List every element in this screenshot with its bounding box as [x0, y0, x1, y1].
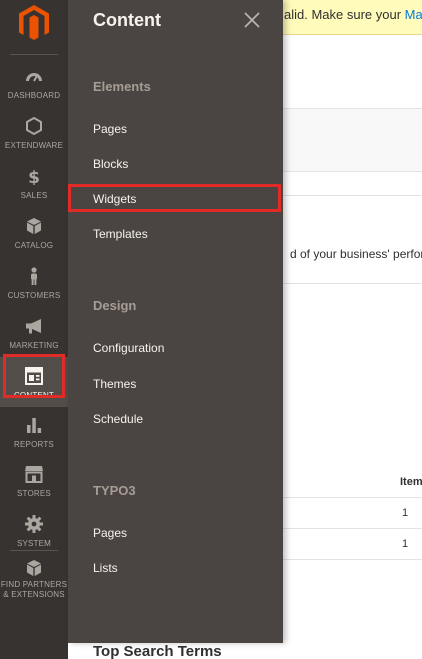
- nav-item-customers[interactable]: CUSTOMERS: [0, 257, 68, 307]
- dashboard-icon: [26, 73, 42, 82]
- nav-item-label: SYSTEM: [16, 539, 52, 548]
- menu-link-templates[interactable]: Templates: [93, 227, 148, 241]
- notice-text: alid. Make sure your: [284, 7, 405, 22]
- menu-link-lists[interactable]: Lists: [93, 561, 118, 575]
- nav-divider: [10, 550, 58, 551]
- nav-item-catalog[interactable]: CATALOG: [0, 207, 68, 257]
- person-icon: [31, 267, 37, 285]
- nav-item-find-partners[interactable]: FIND PARTNERS & EXTENSIONS: [0, 555, 68, 605]
- nav-item-dashboard[interactable]: DASHBOARD: [0, 57, 68, 107]
- nav-item-label: REPORTS: [14, 440, 54, 449]
- layout-icon: [25, 367, 43, 385]
- menu-link-schedule[interactable]: Schedule: [93, 412, 143, 426]
- menu-link-blocks[interactable]: Blocks: [93, 157, 128, 171]
- package-icon: [27, 560, 41, 576]
- nav-item-reports[interactable]: REPORTS: [0, 406, 68, 456]
- admin-sidebar: DASHBOARD EXTENDWARE $ SALES CATALOG CUS…: [0, 0, 68, 659]
- nav-item-label: MARKETING: [9, 341, 59, 350]
- nav-item-system[interactable]: SYSTEM: [0, 505, 68, 555]
- menu-link-themes[interactable]: Themes: [93, 377, 136, 391]
- panel-title: Content: [93, 10, 161, 30]
- nav-item-label: STORES: [17, 489, 51, 498]
- magento-logo-icon[interactable]: [18, 4, 50, 42]
- hexagon-icon: [26, 117, 42, 135]
- menu-link-typo3-pages[interactable]: Pages: [93, 526, 127, 540]
- top-search-terms-heading: Top Search Terms: [93, 643, 222, 659]
- store-icon: [25, 466, 43, 483]
- nav-item-label: CUSTOMERS: [7, 291, 61, 300]
- content-submenu-panel: Content Elements Pages Blocks Widgets Te…: [68, 0, 283, 643]
- nav-item-label: EXTENDWARE: [4, 141, 64, 150]
- table-cell: 1: [402, 538, 409, 550]
- box-icon: [27, 218, 41, 234]
- nav-item-label: CATALOG: [14, 241, 54, 250]
- menu-link-pages[interactable]: Pages: [93, 122, 127, 136]
- notice-link[interactable]: Magen: [405, 7, 422, 22]
- bar-chart-icon: [27, 418, 42, 433]
- nav-item-sales[interactable]: $ SALES: [0, 157, 68, 207]
- nav-item-extendware[interactable]: EXTENDWARE: [0, 107, 68, 157]
- section-title-elements: Elements: [93, 79, 151, 94]
- dollar-icon: $: [28, 168, 40, 185]
- nav-item-label: SALES: [20, 191, 48, 200]
- gear-icon: [25, 515, 43, 533]
- nav-item-label-line: & EXTENSIONS: [3, 590, 65, 599]
- dashboard-intro-text: d of your business' perfor: [290, 247, 422, 261]
- menu-link-configuration[interactable]: Configuration: [93, 341, 164, 355]
- nav-item-marketing[interactable]: MARKETING: [0, 307, 68, 357]
- nav-item-stores[interactable]: STORES: [0, 455, 68, 505]
- nav-item-label: DASHBOARD: [7, 91, 61, 100]
- menu-link-widgets[interactable]: Widgets: [93, 192, 136, 206]
- section-title-design: Design: [93, 298, 137, 313]
- close-icon[interactable]: [242, 10, 262, 30]
- nav-item-label-line: FIND PARTNERS: [0, 580, 68, 589]
- nav-divider: [10, 54, 58, 55]
- table-cell: 1: [402, 507, 409, 519]
- megaphone-icon: [26, 319, 41, 334]
- table-column-header: Item: [400, 476, 422, 488]
- section-title-typo3: TYPO3: [93, 483, 136, 498]
- nav-item-label: CONTENT: [13, 391, 55, 400]
- nav-item-content[interactable]: CONTENT: [0, 357, 68, 407]
- svg-text:$: $: [28, 168, 40, 185]
